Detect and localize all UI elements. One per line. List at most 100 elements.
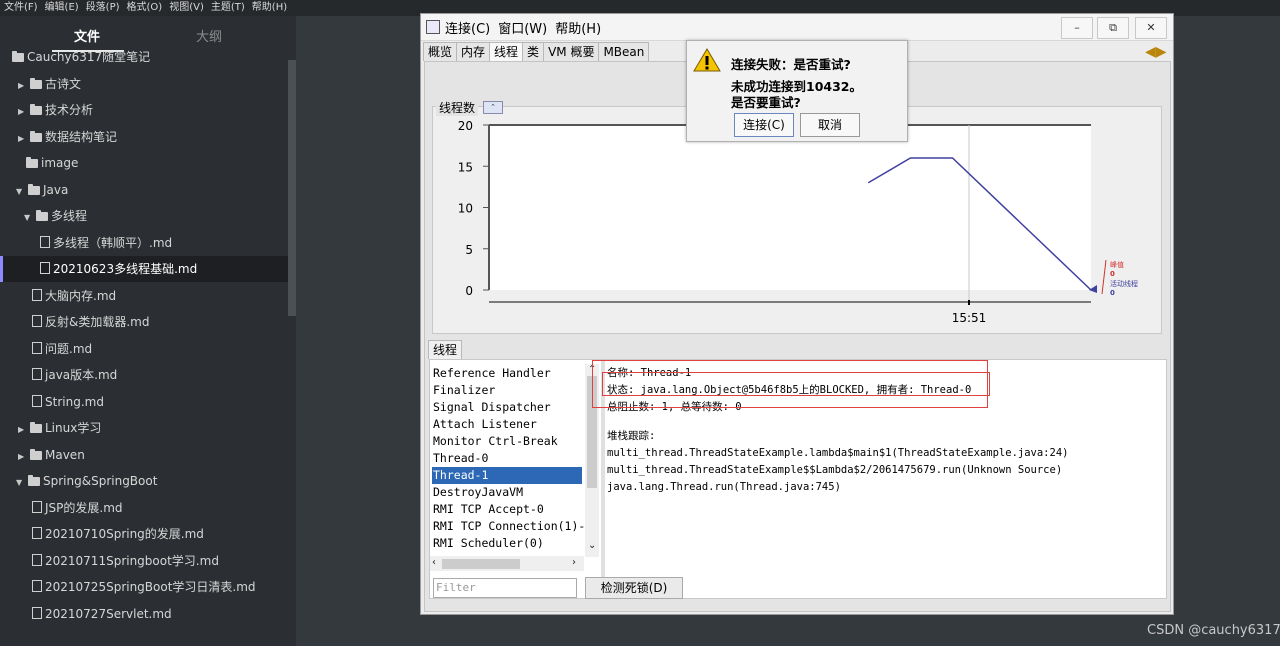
chevron-right-icon[interactable]: ▶ — [18, 126, 30, 152]
tree-folder[interactable]: image — [0, 150, 288, 176]
file-icon — [32, 368, 42, 380]
tab-1[interactable]: 内存 — [456, 42, 491, 61]
chevron-right-icon[interactable]: ▶ — [18, 417, 30, 443]
tab-2[interactable]: 线程 — [489, 42, 524, 63]
menu-item[interactable]: 格式(O) — [123, 0, 166, 16]
tree-folder[interactable]: ▶ Maven — [0, 442, 288, 468]
jconsole-menu-item[interactable]: 连接(C) — [445, 22, 490, 37]
folder-icon — [28, 183, 40, 195]
watermark: CSDN @cauchy6317 — [1147, 623, 1280, 638]
tree-folder[interactable]: ▶ 数据结构笔记 — [0, 124, 288, 150]
file-icon — [32, 527, 42, 539]
menu-item[interactable]: 主题(T) — [207, 0, 248, 16]
legend-label: 峰值 — [1110, 260, 1124, 269]
tree-item-label: 问题.md — [45, 341, 93, 356]
scroll-left-icon[interactable]: ‹ — [432, 557, 436, 568]
folder-icon — [30, 448, 42, 460]
minimize-button[interactable]: – — [1061, 17, 1093, 39]
tree-file[interactable]: 问题.md — [0, 336, 288, 362]
thread-list-item[interactable]: RMI TCP Accept-0 — [432, 501, 582, 518]
chevron-right-icon[interactable]: ▶ — [18, 73, 30, 99]
active-indicator — [0, 256, 3, 282]
file-icon — [32, 394, 42, 407]
tree-folder[interactable]: ▶ 技术分析 — [0, 97, 288, 123]
scroll-down-icon[interactable]: ⌄ — [588, 540, 596, 551]
thread-list-item[interactable]: Reference Handler — [432, 365, 582, 382]
jconsole-tabs: 概览 内存 线程类 VM 概要 MBean — [423, 41, 650, 63]
tab-0[interactable]: 概览 — [423, 42, 458, 61]
chevron-down-icon[interactable]: ▼ — [24, 205, 36, 231]
thread-list-item[interactable]: Signal Dispatcher — [432, 399, 582, 416]
tab-5[interactable]: MBean — [598, 42, 650, 61]
folder-icon — [30, 104, 42, 115]
tree-file[interactable]: 大脑内存.md — [0, 283, 288, 309]
chart-section-title: 线程数 — [436, 99, 479, 116]
thread-list-title: 线程 — [428, 340, 463, 359]
thread-list-item[interactable]: Thread-1 — [432, 467, 582, 484]
tree-item-label: 数据结构笔记 — [45, 129, 118, 144]
tab-4[interactable]: VM 概要 — [543, 42, 600, 61]
thread-list-item[interactable]: Finalizer — [432, 382, 582, 399]
thread-list-item[interactable]: DestroyJavaVM — [432, 484, 582, 501]
tree-folder[interactable]: ▼ 多线程 — [0, 203, 288, 229]
tree-file[interactable]: 20210711Springboot学习.md — [0, 548, 288, 574]
chevron-right-icon[interactable]: ▶ — [18, 444, 30, 470]
menu-item[interactable]: 视图(V) — [165, 0, 207, 16]
tree-item-label: java版本.md — [45, 368, 118, 382]
tree-file[interactable]: 20210623多线程基础.md — [0, 256, 288, 282]
stack-title: 堆栈跟踪: — [607, 430, 656, 442]
tree-folder[interactable]: ▼ Spring&SpringBoot — [0, 468, 288, 494]
scroll-right-icon[interactable]: › — [572, 557, 576, 568]
tree-file[interactable]: 多线程（韩顺平）.md — [0, 230, 288, 256]
tree-file[interactable]: 20210725SpringBoot学习日清表.md — [0, 574, 288, 600]
cancel-button[interactable]: 取消 — [800, 113, 860, 137]
thread-list-item[interactable]: Attach Listener — [432, 416, 582, 433]
tree-item-label: 反射&类加载器.md — [45, 315, 150, 329]
chevron-down-icon[interactable]: ▼ — [16, 470, 28, 496]
folder-icon — [26, 157, 38, 168]
menu-item[interactable]: 段落(P) — [82, 0, 123, 16]
tree-item-label: 大脑内存.md — [45, 288, 117, 303]
jconsole-menu-item[interactable]: 窗口(W) — [498, 22, 547, 37]
folder-icon — [28, 475, 40, 486]
tree-file[interactable]: java版本.md — [0, 362, 288, 388]
menu-item[interactable]: 帮助(H) — [248, 0, 290, 16]
sidebar-scrollbar[interactable] — [288, 60, 296, 316]
tree-file[interactable]: String.md — [0, 389, 288, 415]
tree-item-label: image — [41, 156, 79, 170]
tree-folder[interactable]: ▶ 古诗文 — [0, 71, 288, 97]
close-button[interactable]: ✕ — [1135, 17, 1167, 39]
tree-item-label: 多线程（韩顺平）.md — [53, 235, 173, 250]
tab-outline[interactable]: 大纲 — [196, 26, 222, 45]
thread-list-item[interactable]: Monitor Ctrl-Break — [432, 433, 582, 450]
menu-item[interactable]: 文件(F) — [0, 0, 41, 16]
reconnect-button[interactable]: 连接(C) — [734, 113, 794, 137]
tree-item-label: 20210725SpringBoot学习日清表.md — [45, 580, 256, 594]
filter-input[interactable]: Filter — [433, 578, 577, 598]
folder-icon — [30, 77, 42, 89]
thread-list-item[interactable]: RMI Scheduler(0) — [432, 535, 582, 552]
tree-folder[interactable]: Cauchy6317随堂笔记 — [0, 44, 288, 70]
chevron-right-icon[interactable]: ▶ — [18, 99, 30, 125]
restore-button[interactable]: ⧉ — [1097, 17, 1129, 39]
tree-file[interactable]: 反射&类加载器.md — [0, 309, 288, 335]
collapse-icon[interactable]: ⌃ — [483, 101, 503, 114]
tree-folder[interactable]: ▶ Linux学习 — [0, 415, 288, 441]
chevron-down-icon[interactable]: ▼ — [16, 179, 28, 205]
stack-line: multi_thread.ThreadStateExample.lambda$m… — [607, 447, 1069, 459]
tree-file[interactable]: 20210710Spring的发展.md — [0, 521, 288, 547]
file-icon — [32, 288, 42, 301]
thread-list-item[interactable]: RMI TCP Connection(1)- — [432, 518, 585, 535]
jconsole-menu-item[interactable]: 帮助(H) — [555, 22, 601, 37]
thread-list-item[interactable]: Thread-0 — [432, 450, 582, 467]
tree-item-label: Linux学习 — [45, 421, 102, 435]
thread-list-area: Reference Handler Finalizer Signal Dispatc… — [429, 359, 1167, 599]
detect-deadlock-button[interactable]: 检测死锁(D) — [585, 577, 683, 599]
tree-file[interactable]: 20210727Servlet.md — [0, 601, 288, 627]
tree-folder[interactable]: ▼ Java — [0, 177, 288, 203]
hscroll-thumb[interactable] — [442, 559, 520, 569]
tree-file[interactable]: JSP的发展.md — [0, 495, 288, 521]
tab-files[interactable]: 文件 — [74, 26, 100, 45]
tab-3[interactable]: 类 — [522, 42, 545, 61]
menu-item[interactable]: 编辑(E) — [41, 0, 82, 16]
